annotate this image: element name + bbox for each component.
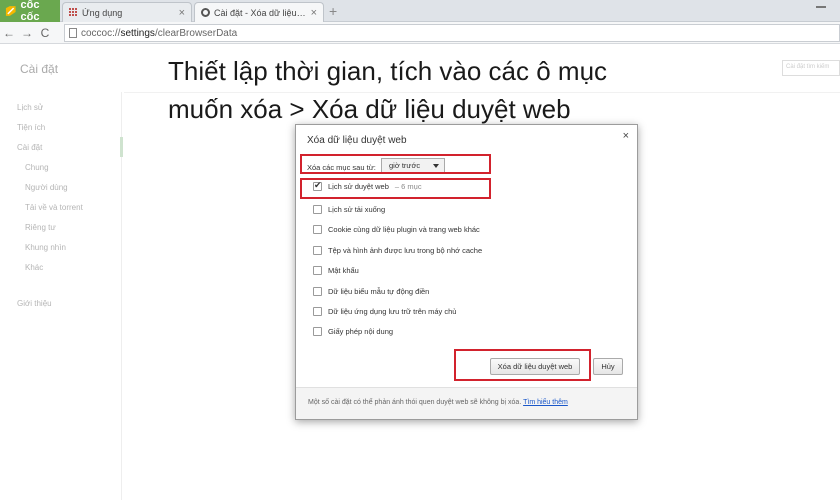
dialog-title: Xóa dữ liệu duyệt web [307, 135, 407, 146]
reload-button[interactable]: C [36, 26, 54, 40]
dialog-footer: Một số cài đặt có thể phản ánh thói quen… [296, 387, 637, 419]
back-button[interactable]: ← [0, 26, 18, 40]
brand-name: cốc cốc [20, 0, 40, 23]
sidebar-item-about[interactable]: Giới thiệu [17, 299, 52, 308]
toolbar: ← → C coccoc://settings/clearBrowserData [0, 22, 840, 44]
history-highlight-box [300, 178, 491, 199]
sidebar-item-downloads[interactable]: Tải về và torrent [25, 203, 83, 212]
checkbox-row[interactable]: Giấy phép nội dung [313, 327, 393, 336]
caption-line-2: muốn xóa > Xóa dữ liệu duyệt web [168, 94, 571, 124]
tab-strip: cốc cốc Ứng dụng × Cài đặt - Xóa dữ liệu… [0, 0, 840, 23]
browser-window: cốc cốc Ứng dụng × Cài đặt - Xóa dữ liệu… [0, 0, 840, 500]
coccoc-leaf-icon [5, 6, 16, 16]
sidebar-item-extensions[interactable]: Tiện ích [17, 123, 45, 132]
tab-close-icon[interactable]: × [311, 7, 317, 19]
checkbox-autofill[interactable] [313, 287, 322, 296]
url-text: coccoc://settings/clearBrowserData [81, 27, 238, 39]
checkbox-passwords[interactable] [313, 266, 322, 275]
apps-grid-icon [69, 8, 78, 17]
sidebar-item-other[interactable]: Khác [25, 263, 43, 272]
new-tab-button[interactable]: + [329, 3, 337, 19]
checkbox-cookies[interactable] [313, 225, 322, 234]
checkbox-label: Dữ liệu biểu mẫu tự động điền [328, 287, 430, 296]
forward-button[interactable]: → [18, 26, 36, 40]
page-icon [69, 28, 77, 38]
checkbox-cache[interactable] [313, 246, 322, 255]
gear-icon [201, 8, 210, 17]
footer-text: Một số cài đặt có thể phản ánh thói quen… [308, 399, 522, 406]
checkbox-downloads[interactable] [313, 205, 322, 214]
checkbox-label: Cookie cùng dữ liệu plugin và trang web … [328, 225, 480, 234]
sidebar-item-users[interactable]: Người dùng [25, 183, 68, 192]
checkbox-row[interactable]: Tệp và hình ảnh được lưu trong bộ nhớ ca… [313, 246, 482, 255]
sidebar-item-settings[interactable]: Cài đặt [17, 143, 42, 152]
checkbox-row[interactable]: Dữ liệu ứng dụng lưu trữ trên máy chủ [313, 307, 456, 316]
tab-close-icon[interactable]: × [179, 7, 185, 19]
settings-search-input[interactable]: Cài đặt tìm kiếm [782, 60, 840, 76]
sidebar-selected-indicator [120, 137, 123, 157]
sidebar-item-appearance[interactable]: Khung nhìn [25, 243, 66, 252]
checkbox-row[interactable]: Dữ liệu biểu mẫu tự động điền [313, 287, 429, 296]
button-highlight-box [454, 349, 591, 381]
tab-settings[interactable]: Cài đặt - Xóa dữ liệu duyệt w × [194, 2, 324, 22]
sidebar-item-privacy[interactable]: Riêng tư [25, 223, 56, 232]
cancel-button[interactable]: Hủy [593, 358, 623, 375]
address-bar[interactable]: coccoc://settings/clearBrowserData [64, 24, 840, 42]
checkbox-label: Giấy phép nội dung [328, 327, 394, 336]
checkbox-row[interactable]: Mật khẩu [313, 266, 359, 275]
checkbox-label: Dữ liệu ứng dụng lưu trữ trên máy chủ [328, 307, 457, 316]
caption-line-1: Thiết lập thời gian, tích vào các ô mục [168, 56, 608, 86]
settings-sidebar: Lịch sử Tiện ích Cài đặt Chung Người dùn… [0, 92, 123, 500]
tab-title: Cài đặt - Xóa dữ liệu duyệt w [214, 7, 306, 18]
sidebar-item-history[interactable]: Lịch sử [17, 103, 43, 112]
coccoc-logo[interactable]: cốc cốc [0, 0, 60, 23]
settings-title: Cài đặt [20, 62, 59, 76]
checkbox-content-licenses[interactable] [313, 327, 322, 336]
minimize-icon[interactable] [816, 6, 826, 8]
learn-more-link[interactable]: Tìm hiểu thêm [523, 399, 568, 406]
checkbox-row[interactable]: Cookie cùng dữ liệu plugin và trang web … [313, 225, 480, 234]
sidebar-item-general[interactable]: Chung [25, 163, 49, 172]
checkbox-hosted-app-data[interactable] [313, 307, 322, 316]
checkbox-row[interactable]: Lịch sử tải xuống [313, 205, 385, 214]
checkbox-label: Lịch sử tải xuống [328, 205, 386, 214]
instruction-caption: Thiết lập thời gian, tích vào các ô mục … [168, 52, 728, 128]
tab-apps[interactable]: Ứng dụng × [62, 2, 192, 22]
close-icon[interactable]: × [623, 130, 629, 142]
checkbox-label: Tệp và hình ảnh được lưu trong bộ nhớ ca… [328, 246, 483, 255]
checkbox-label: Mật khẩu [328, 266, 359, 275]
tab-title: Ứng dụng [82, 7, 123, 18]
period-highlight-box [300, 154, 491, 174]
